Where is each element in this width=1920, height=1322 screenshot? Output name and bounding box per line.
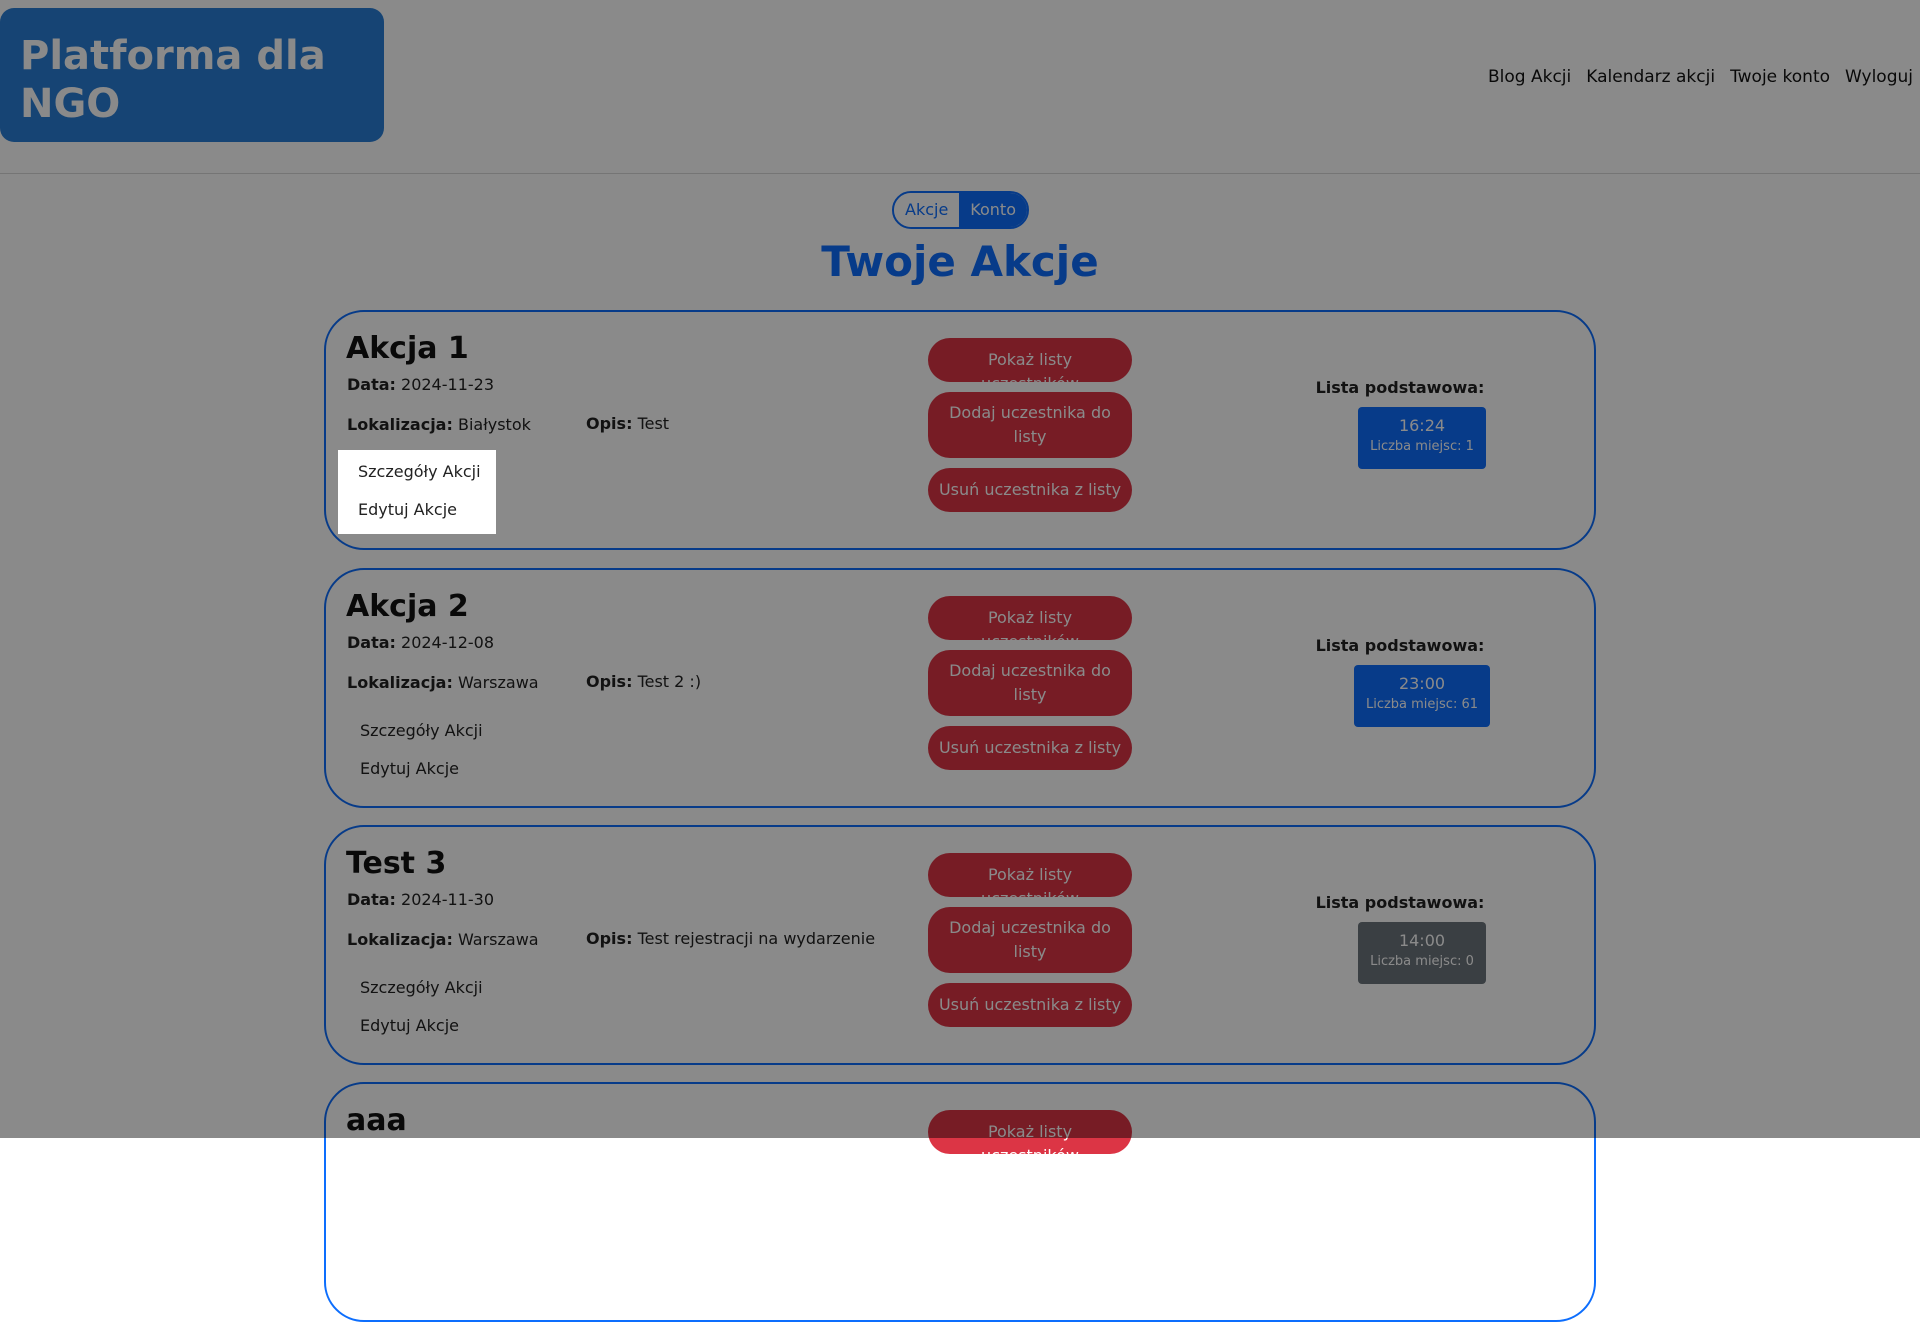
event-card: aaa Pokaż listy uczestników <box>324 1082 1596 1322</box>
page-title: Twoje Akcje <box>821 237 1099 286</box>
event-card: Test 3 Data: 2024-11-30 Lokalizacja: War… <box>324 825 1596 1065</box>
time-slot[interactable]: 23:00 Liczba miejsc: 61 <box>1354 665 1490 727</box>
base-list-label: Lista podstawowa: <box>1315 636 1485 655</box>
view-toggle: Akcje Konto <box>892 191 1029 229</box>
add-participant-button[interactable]: Dodaj uczestnika do listy <box>928 907 1132 973</box>
nav-twoje-konto[interactable]: Twoje konto <box>1722 67 1837 87</box>
show-lists-button[interactable]: Pokaż listy uczestników <box>928 338 1132 393</box>
event-title: Test 3 <box>346 846 447 881</box>
event-description: Opis: Test rejestracji na wydarzenie <box>586 929 876 948</box>
logo-text: Platforma dla NGO <box>20 33 326 127</box>
remove-participant-button[interactable]: Usuń uczestnika z listy <box>928 726 1132 770</box>
slot-time: 14:00 <box>1398 931 1446 950</box>
event-location: Lokalizacja: Warszawa <box>347 673 539 692</box>
event-details-link[interactable]: Szczegóły Akcji <box>360 977 483 999</box>
add-participant-button[interactable]: Dodaj uczestnika do listy <box>928 392 1132 458</box>
time-slot[interactable]: 16:24 Liczba miejsc: 1 <box>1358 407 1486 469</box>
main-nav: Blog Akcji Kalendarz akcji Twoje konto W… <box>1480 67 1920 87</box>
nav-blog-akcji[interactable]: Blog Akcji <box>1480 67 1578 87</box>
add-participant-button[interactable]: Dodaj uczestnika do listy <box>928 650 1132 716</box>
slot-time: 23:00 <box>1398 674 1446 693</box>
event-description: Opis: Test <box>586 414 670 433</box>
event-card: Akcja 1 Data: 2024-11-23 Lokalizacja: Bi… <box>324 310 1596 550</box>
event-location: Lokalizacja: Warszawa <box>347 930 539 949</box>
event-details-link[interactable]: Szczegóły Akcji <box>358 461 481 483</box>
logo[interactable]: Platforma dla NGO <box>0 8 384 142</box>
event-description: Opis: Test 2 :) <box>586 672 702 691</box>
slot-count: Liczba miejsc: 61 <box>1365 697 1479 712</box>
event-date: Data: 2024-11-23 <box>347 375 494 394</box>
remove-participant-button[interactable]: Usuń uczestnika z listy <box>928 468 1132 512</box>
event-date: Data: 2024-12-08 <box>347 633 494 652</box>
event-title: aaa <box>346 1103 407 1138</box>
event-location: Lokalizacja: Białystok <box>347 415 531 434</box>
event-title: Akcja 2 <box>346 589 469 624</box>
event-edit-link[interactable]: Edytuj Akcje <box>358 499 457 521</box>
slot-time: 16:24 <box>1398 416 1446 435</box>
slot-count: Liczba miejsc: 0 <box>1370 954 1474 969</box>
event-card: Akcja 2 Data: 2024-12-08 Lokalizacja: Wa… <box>324 568 1596 808</box>
event-date: Data: 2024-11-30 <box>347 890 494 909</box>
site-header: Platforma dla NGO Blog Akcji Kalendarz a… <box>0 0 1920 174</box>
base-list-label: Lista podstawowa: <box>1315 378 1485 397</box>
time-slot[interactable]: 14:00 Liczba miejsc: 0 <box>1358 922 1486 984</box>
remove-participant-button[interactable]: Usuń uczestnika z listy <box>928 983 1132 1027</box>
show-lists-button[interactable]: Pokaż listy uczestników <box>928 1110 1132 1165</box>
show-lists-button[interactable]: Pokaż listy uczestników <box>928 596 1132 651</box>
event-edit-link[interactable]: Edytuj Akcje <box>360 758 459 780</box>
base-list-label: Lista podstawowa: <box>1315 893 1485 912</box>
event-actions-dropdown: Szczegóły Akcji Edytuj Akcje <box>338 450 496 534</box>
event-edit-link[interactable]: Edytuj Akcje <box>360 1015 459 1037</box>
slot-count: Liczba miejsc: 1 <box>1370 439 1474 454</box>
toggle-konto[interactable]: Konto <box>959 193 1027 227</box>
event-details-link[interactable]: Szczegóły Akcji <box>360 720 483 742</box>
toggle-akcje[interactable]: Akcje <box>894 193 960 227</box>
show-lists-button[interactable]: Pokaż listy uczestników <box>928 853 1132 908</box>
nav-wyloguj[interactable]: Wyloguj <box>1837 67 1920 87</box>
event-title: Akcja 1 <box>346 331 469 366</box>
nav-kalendarz-akcji[interactable]: Kalendarz akcji <box>1578 67 1722 87</box>
